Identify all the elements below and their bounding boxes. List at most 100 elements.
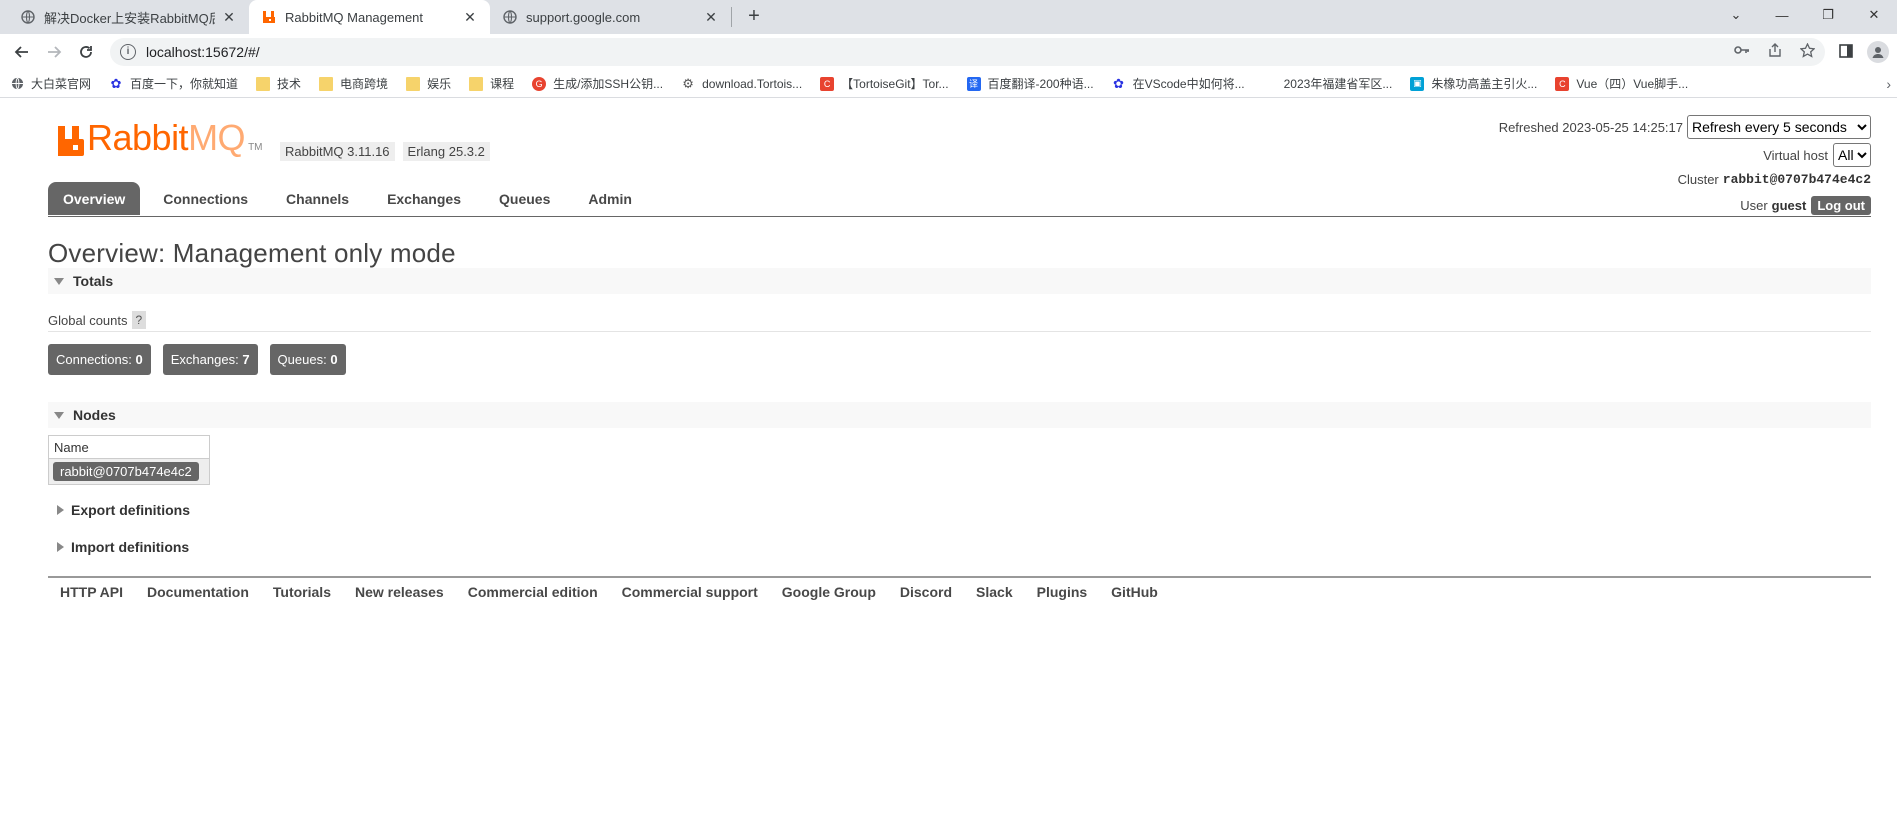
- bookmark-item[interactable]: ▣ 朱橡功高盖主引火...: [1410, 75, 1537, 92]
- browser-toolbar: i localhost:15672/#/: [0, 34, 1897, 70]
- queues-count-badge[interactable]: Queues: 0: [269, 344, 346, 375]
- site-info-icon[interactable]: i: [120, 44, 136, 60]
- bookmark-label: 在VScode中如何将...: [1132, 77, 1245, 91]
- folder-icon: [319, 76, 334, 91]
- footer-link-google-group[interactable]: Google Group: [782, 584, 876, 600]
- badge-value: 7: [242, 352, 250, 367]
- bookmark-item[interactable]: 译百度翻译-200种语...: [966, 75, 1094, 92]
- address-bar[interactable]: i localhost:15672/#/: [110, 38, 1825, 66]
- back-icon[interactable]: [8, 38, 36, 66]
- connections-count-badge[interactable]: Connections: 0: [48, 344, 151, 375]
- export-definitions-header[interactable]: Export definitions: [48, 497, 1871, 523]
- footer-link-commercial-support[interactable]: Commercial support: [622, 584, 758, 600]
- bookmark-label: 技术: [277, 77, 302, 91]
- baidu-icon: ✿: [1113, 75, 1125, 91]
- browser-tab[interactable]: support.google.com ✕: [490, 0, 731, 34]
- forward-icon[interactable]: [40, 38, 68, 66]
- close-window-icon[interactable]: ✕: [1851, 7, 1897, 23]
- cluster-label: Cluster: [1677, 171, 1719, 187]
- chevron-right-icon[interactable]: ›: [1886, 76, 1891, 92]
- tab-search-icon[interactable]: ⌄: [1713, 7, 1759, 23]
- status-panel: Refreshed 2023-05-25 14:25:17 Refresh ev…: [1499, 115, 1871, 217]
- blank-page-icon: [1263, 77, 1277, 91]
- browser-tab[interactable]: 解决Docker上安装RabbitMQ后 ✕: [8, 0, 249, 34]
- tab-queues[interactable]: Queues: [484, 182, 565, 215]
- global-counts: Global counts ?: [48, 310, 1871, 330]
- url-text: localhost:15672/#/: [146, 44, 260, 60]
- footer-link-github[interactable]: GitHub: [1111, 584, 1158, 600]
- footer-link-tutorials[interactable]: Tutorials: [273, 584, 331, 600]
- nodes-section-header[interactable]: Nodes: [48, 402, 1871, 428]
- bookmark-item[interactable]: C Vue（四）Vue脚手...: [1555, 75, 1688, 92]
- gitee-icon: G: [532, 76, 547, 91]
- tab-exchanges[interactable]: Exchanges: [372, 182, 476, 215]
- bookmark-label: 课程: [490, 77, 515, 91]
- csdn-icon: C: [1555, 76, 1570, 91]
- bookmark-item[interactable]: ✿ 在VScode中如何将...: [1112, 75, 1245, 92]
- rabbitmq-logo-icon: [58, 126, 84, 156]
- logout-button[interactable]: Log out: [1811, 195, 1871, 215]
- bookmark-item[interactable]: 2023年福建省军区...: [1263, 75, 1393, 92]
- close-icon[interactable]: ✕: [221, 9, 237, 25]
- badge-label: Queues:: [277, 352, 327, 367]
- refresh-interval-select[interactable]: Refresh every 5 seconds: [1687, 115, 1871, 139]
- share-icon[interactable]: [1768, 43, 1782, 61]
- tab-admin[interactable]: Admin: [573, 182, 647, 215]
- footer-link-commercial-edition[interactable]: Commercial edition: [468, 584, 598, 600]
- rabbitmq-page: RabbitMQ TM RabbitMQ 3.11.16 Erlang 25.3…: [0, 98, 1897, 600]
- bookmark-label: Vue（四）Vue脚手...: [1576, 77, 1689, 91]
- browser-tab-active[interactable]: RabbitMQ Management ✕: [249, 0, 490, 34]
- tab-overview[interactable]: Overview: [48, 182, 141, 215]
- folder-icon: [256, 76, 271, 91]
- reload-icon[interactable]: [72, 38, 100, 66]
- cluster-name: rabbit@0707b474e4c2: [1722, 171, 1871, 187]
- import-definitions-header[interactable]: Import definitions: [48, 534, 1871, 560]
- totals-section-header[interactable]: Totals: [48, 268, 1871, 294]
- footer-link-plugins[interactable]: Plugins: [1037, 584, 1088, 600]
- bookmark-folder[interactable]: 课程: [469, 75, 514, 92]
- new-tab-button[interactable]: +: [740, 3, 768, 31]
- tab-title: 解决Docker上安装RabbitMQ后: [44, 10, 215, 26]
- close-icon[interactable]: ✕: [462, 9, 478, 25]
- rabbitmq-logo[interactable]: RabbitMQ TM: [58, 120, 263, 156]
- tab-connections[interactable]: Connections: [148, 182, 263, 215]
- close-icon[interactable]: ✕: [703, 9, 719, 25]
- footer-link-discord[interactable]: Discord: [900, 584, 952, 600]
- bilibili-icon: ▣: [1410, 76, 1425, 91]
- bookmark-item[interactable]: ⚙ download.Tortois...: [681, 76, 803, 91]
- bookmark-item[interactable]: C 【TortoiseGit】Tor...: [820, 75, 949, 92]
- exchanges-count-badge[interactable]: Exchanges: 7: [162, 344, 258, 375]
- omnibox-icons: [1734, 42, 1816, 61]
- footer-link-new-releases[interactable]: New releases: [355, 584, 444, 600]
- footer-link-documentation[interactable]: Documentation: [147, 584, 249, 600]
- bookmark-label: 生成/添加SSH公钥...: [553, 77, 664, 91]
- collapse-down-icon: [54, 411, 64, 419]
- page-title: Overview: Management only mode: [48, 238, 456, 268]
- bookmark-label: download.Tortois...: [702, 76, 803, 91]
- tab-title: RabbitMQ Management: [285, 9, 424, 25]
- restore-icon[interactable]: ❐: [1805, 7, 1851, 23]
- help-button[interactable]: ?: [131, 311, 147, 329]
- logo-trademark: TM: [248, 142, 263, 153]
- tab-channels[interactable]: Channels: [271, 182, 364, 215]
- bookmark-item[interactable]: ✿ 百度一下，你就知道: [109, 75, 238, 92]
- key-icon[interactable]: [1734, 43, 1750, 61]
- footer-link-http-api[interactable]: HTTP API: [60, 584, 123, 600]
- node-link[interactable]: rabbit@0707b474e4c2: [53, 462, 199, 481]
- profile-avatar-icon[interactable]: [1867, 41, 1889, 63]
- minimize-icon[interactable]: —: [1759, 8, 1805, 23]
- bookmark-item[interactable]: G 生成/添加SSH公钥...: [532, 75, 663, 92]
- bookmark-item[interactable]: 大白菜官网: [10, 75, 91, 92]
- bookmark-folder[interactable]: 技术: [256, 75, 301, 92]
- footer-link-slack[interactable]: Slack: [976, 584, 1013, 600]
- logo-mq-text: MQ: [188, 117, 246, 158]
- baidu-icon: ✿: [110, 75, 122, 91]
- bookmark-folder[interactable]: 电商跨境: [319, 75, 388, 92]
- footer-links: HTTP API Documentation Tutorials New rel…: [48, 576, 1871, 600]
- bookmark-folder[interactable]: 娱乐: [406, 75, 451, 92]
- virtual-host-select[interactable]: All: [1833, 143, 1871, 167]
- bookmark-label: 2023年福建省军区...: [1283, 77, 1393, 91]
- bookmark-star-icon[interactable]: [1799, 42, 1816, 61]
- side-panel-icon[interactable]: [1839, 43, 1853, 61]
- csdn-icon: C: [820, 76, 835, 91]
